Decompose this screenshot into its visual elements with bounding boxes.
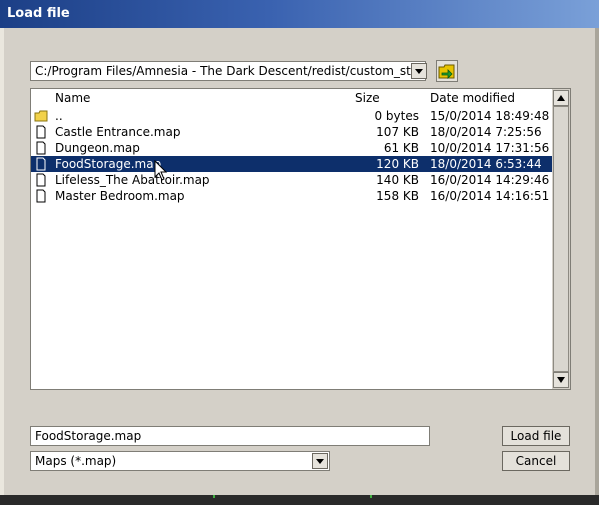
file-row[interactable]: FoodStorage.map 120 KB 18/0/2014 6:53:44 <box>31 156 553 172</box>
path-combobox[interactable]: C:/Program Files/Amnesia - The Dark Desc… <box>30 61 426 81</box>
folder-up-icon <box>438 64 455 79</box>
filename-input[interactable] <box>31 427 429 445</box>
load-file-dialog: Load file C:/Program Files/Amnesia - The… <box>0 0 599 505</box>
scroll-up-button[interactable] <box>553 90 569 106</box>
dialog-right-edge <box>595 28 599 495</box>
bottom-edge <box>0 495 599 505</box>
column-header-name[interactable]: Name <box>55 91 90 105</box>
file-size: 120 KB <box>376 157 419 171</box>
folder-icon <box>34 110 48 122</box>
cancel-button[interactable]: Cancel <box>502 451 570 471</box>
edge-mark <box>213 495 215 498</box>
mouse-cursor-icon <box>154 160 168 181</box>
dialog-left-edge <box>0 28 4 495</box>
scroll-down-button[interactable] <box>553 372 569 388</box>
file-row[interactable]: Castle Entrance.map 107 KB 18/0/2014 7:25:… <box>31 124 553 140</box>
file-date: 18/0/2014 7:25:56 <box>430 125 542 139</box>
file-icon <box>36 173 46 187</box>
title-bar[interactable]: Load file <box>0 0 599 28</box>
file-type-text: Maps (*.map) <box>35 454 117 468</box>
file-name: FoodStorage.map <box>55 157 162 171</box>
file-name: Dungeon.map <box>55 141 140 155</box>
file-date: 16/0/2014 14:16:51 <box>430 189 550 203</box>
edge-mark <box>370 495 372 498</box>
file-date: 15/0/2014 18:49:48 <box>430 109 550 123</box>
file-size: 61 KB <box>383 141 419 155</box>
path-text: C:/Program Files/Amnesia - The Dark Desc… <box>35 64 411 78</box>
path-dropdown-button[interactable] <box>411 63 427 79</box>
file-row[interactable]: Dungeon.map 61 KB 10/0/2014 17:31:56 <box>31 140 553 156</box>
file-size: 0 bytes <box>374 109 419 123</box>
file-icon <box>36 125 46 139</box>
file-icon <box>36 189 46 203</box>
column-header-size[interactable]: Size <box>355 91 380 105</box>
scroll-thumb[interactable] <box>553 106 569 372</box>
column-header-date[interactable]: Date modified <box>430 91 515 105</box>
file-size: 107 KB <box>376 125 419 139</box>
file-name: Lifeless_The Abattoir.map <box>55 173 210 187</box>
file-row[interactable]: Master Bedroom.map 158 KB 16/0/2014 14:16:… <box>31 188 553 204</box>
file-type-dropdown-button[interactable] <box>312 453 328 469</box>
file-date: 18/0/2014 6:53:44 <box>430 157 542 171</box>
parent-folder-button[interactable] <box>436 60 458 82</box>
vertical-scrollbar[interactable] <box>552 89 570 389</box>
load-file-button[interactable]: Load file <box>502 426 570 446</box>
file-size: 158 KB <box>376 189 419 203</box>
file-name: Castle Entrance.map <box>55 125 181 139</box>
file-name: Master Bedroom.map <box>55 189 185 203</box>
file-list[interactable]: Name Size Date modified .. 0 bytes 15/0/20… <box>30 88 571 390</box>
window-title: Load file <box>7 6 70 21</box>
file-type-combobox[interactable]: Maps (*.map) <box>30 451 330 471</box>
file-name: .. <box>55 109 63 123</box>
filename-field[interactable] <box>30 426 430 446</box>
file-row[interactable]: .. 0 bytes 15/0/2014 18:49:48 <box>31 108 553 124</box>
file-date: 16/0/2014 14:29:46 <box>430 173 550 187</box>
file-size: 140 KB <box>376 173 419 187</box>
file-date: 10/0/2014 17:31:56 <box>430 141 550 155</box>
file-icon <box>36 157 46 171</box>
file-row[interactable]: Lifeless_The Abattoir.map 140 KB 16/0/2014… <box>31 172 553 188</box>
file-icon <box>36 141 46 155</box>
